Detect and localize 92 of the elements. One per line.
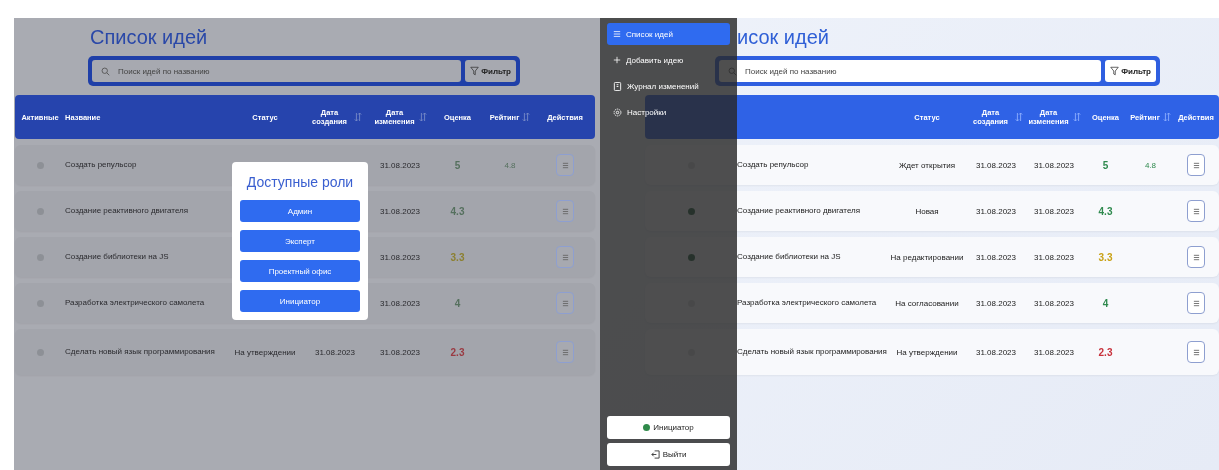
settings-icon <box>613 107 622 117</box>
score-text: 3.3 <box>1098 251 1113 263</box>
actions-button[interactable] <box>556 200 574 222</box>
actions-button[interactable] <box>1187 200 1205 222</box>
status-text: На согласовании <box>895 298 959 308</box>
actions-button[interactable] <box>556 246 574 268</box>
idea-name: Разработка электрического самолета <box>737 297 877 309</box>
role-button[interactable]: Инициатор <box>607 416 730 439</box>
status-text: Ждет открытия <box>898 160 956 170</box>
role-button[interactable]: Инициатор <box>240 290 360 312</box>
sort-icon[interactable] <box>418 112 427 122</box>
date-text: 31.08.2023 <box>975 206 1016 216</box>
menu-icon <box>561 348 569 356</box>
page-title: Список идей <box>90 25 209 50</box>
date-text: 31.08.2023 <box>975 252 1016 262</box>
list-icon <box>613 30 621 38</box>
menu-icon <box>1192 348 1200 356</box>
sort-icon[interactable] <box>353 112 362 122</box>
sort-icon[interactable] <box>522 112 531 122</box>
idea-name: Создание реактивного двигателя <box>737 205 861 217</box>
logout-icon <box>650 450 660 459</box>
date-text: 31.08.2023 <box>379 206 420 216</box>
sort-icon[interactable] <box>1162 112 1171 122</box>
idea-name: Создание реактивного двигателя <box>65 205 189 217</box>
date-text: 31.08.2023 <box>379 160 420 170</box>
status-text: На редактировании <box>890 252 964 262</box>
status-text: На утверждении <box>896 347 958 357</box>
date-text: 31.08.2023 <box>379 298 420 308</box>
score-text: 2.3 <box>450 346 465 358</box>
sort-icon[interactable] <box>1014 112 1023 122</box>
idea-name: Создание библиотеки на JS <box>737 251 841 263</box>
actions-button[interactable] <box>1187 246 1205 268</box>
plus-icon <box>613 56 621 64</box>
status-text: Новая <box>915 206 939 216</box>
score-text: 4.3 <box>1098 205 1113 217</box>
score-text: 4.3 <box>450 205 465 217</box>
filter-icon <box>1110 66 1120 76</box>
date-text: 31.08.2023 <box>314 347 355 357</box>
menu-icon <box>561 161 569 169</box>
score-text: 5 <box>1102 159 1109 171</box>
sidebar-item[interactable]: Настройки <box>607 101 730 123</box>
actions-button[interactable] <box>556 292 574 314</box>
score-text: 3.3 <box>450 251 465 263</box>
idea-name: Создать репульсор <box>737 159 809 171</box>
date-text: 31.08.2023 <box>379 252 420 262</box>
dialog-title: Доступные роли <box>245 174 355 190</box>
score-text: 4 <box>1102 297 1109 309</box>
menu-icon <box>561 299 569 307</box>
score-text: 5 <box>454 159 461 171</box>
idea-name: Разработка электрического самолета <box>65 297 205 309</box>
actions-button[interactable] <box>1187 154 1205 176</box>
role-button[interactable]: Проектный офис <box>240 260 360 282</box>
score-text: 2.3 <box>1098 346 1113 358</box>
actions-button[interactable] <box>556 341 574 363</box>
menu-icon <box>1192 299 1200 307</box>
date-text: 31.08.2023 <box>975 347 1016 357</box>
date-text: 31.08.2023 <box>1033 160 1074 170</box>
filter-button[interactable]: Фильтр <box>1105 60 1156 82</box>
idea-name: Создание библиотеки на JS <box>65 251 169 263</box>
date-text: 31.08.2023 <box>1033 206 1074 216</box>
rating-text: 4.8 <box>504 160 516 170</box>
idea-name: Создать репульсор <box>65 159 137 171</box>
date-text: 31.08.2023 <box>975 160 1016 170</box>
menu-icon <box>1192 161 1200 169</box>
idea-name: Сделать новый язык программирования <box>65 346 215 358</box>
filter-icon <box>470 66 480 76</box>
date-text: 31.08.2023 <box>1033 347 1074 357</box>
score-text: 4 <box>454 297 461 309</box>
sort-icon[interactable] <box>1072 112 1081 122</box>
menu-icon <box>1192 253 1200 261</box>
search-icon <box>101 67 110 76</box>
rating-text: 4.8 <box>1144 160 1157 170</box>
actions-button[interactable] <box>1187 341 1205 363</box>
idea-name: Сделать новый язык программирования <box>737 346 887 358</box>
actions-button[interactable] <box>1187 292 1205 314</box>
menu-icon <box>1192 207 1200 215</box>
page-title: исок идей <box>737 25 830 50</box>
search-field[interactable]: Поиск идей по названию <box>92 60 462 82</box>
role-button[interactable]: Эксперт <box>240 230 360 252</box>
date-text: 31.08.2023 <box>1033 252 1074 262</box>
date-text: 31.08.2023 <box>975 298 1016 308</box>
menu-icon <box>561 207 569 215</box>
role-button[interactable]: Админ <box>240 200 360 222</box>
menu-icon <box>561 253 569 261</box>
document-icon <box>613 81 622 91</box>
status-text: На утверждении <box>234 347 296 357</box>
date-text: 31.08.2023 <box>379 347 420 357</box>
sidebar-item[interactable]: Список идей <box>607 23 730 45</box>
logout-button[interactable]: Выйти <box>607 443 730 466</box>
filter-button[interactable]: Фильтр <box>465 60 516 82</box>
date-text: 31.08.2023 <box>1033 298 1074 308</box>
actions-button[interactable] <box>556 154 574 176</box>
